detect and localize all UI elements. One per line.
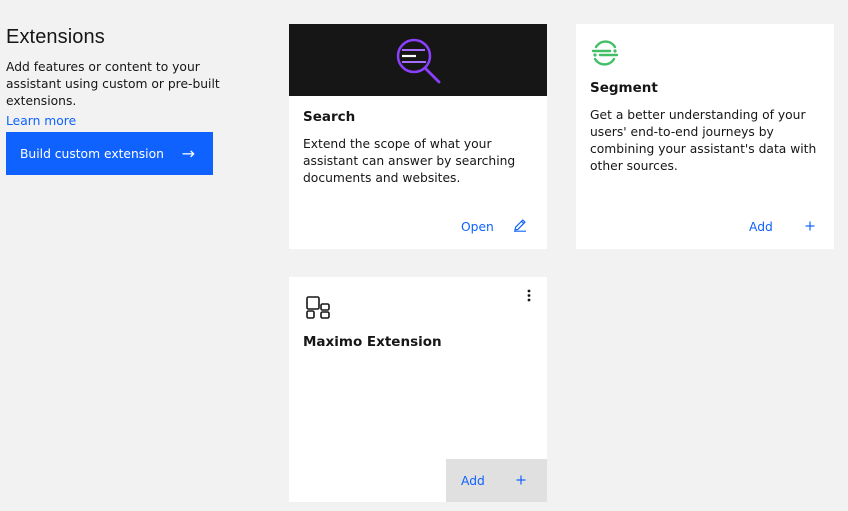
page-description: Add features or content to your assistan…	[6, 60, 220, 108]
extension-card-maximo: Maximo Extension Add	[289, 277, 547, 502]
learn-more-link[interactable]: Learn more	[6, 112, 76, 130]
apps-icon	[306, 296, 330, 319]
overflow-menu-icon[interactable]	[523, 288, 535, 304]
segment-logo-icon	[591, 40, 619, 66]
card-banner	[289, 24, 547, 96]
edit-icon[interactable]	[513, 218, 527, 236]
add-maximo-label[interactable]: Add	[461, 474, 485, 488]
build-button-label: Build custom extension	[20, 146, 164, 161]
extension-card-segment: Segment Get a better understanding of yo…	[576, 24, 834, 249]
add-segment-button[interactable]: Add	[749, 220, 773, 234]
build-custom-extension-button[interactable]: Build custom extension →	[6, 132, 213, 175]
card-description: Extend the scope of what your assistant …	[303, 137, 516, 185]
extension-card-search: Search Extend the scope of what your ass…	[289, 24, 547, 249]
card-title: Segment	[590, 80, 658, 96]
plus-icon[interactable]	[515, 472, 527, 490]
card-description: Get a better understanding of your users…	[590, 108, 817, 173]
page-title: Extensions	[6, 26, 105, 48]
open-search-button[interactable]: Open	[461, 220, 494, 234]
card-title: Search	[303, 109, 356, 125]
intro-section: Extensions Add features or content to yo…	[6, 26, 256, 130]
search-magnifier-icon	[396, 38, 441, 84]
arrow-right-icon: →	[181, 144, 195, 163]
plus-icon[interactable]	[804, 218, 816, 236]
card-title: Maximo Extension	[303, 334, 442, 350]
